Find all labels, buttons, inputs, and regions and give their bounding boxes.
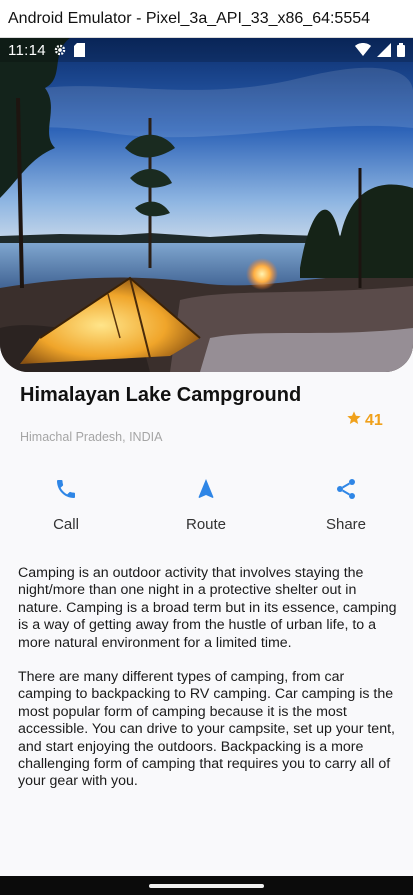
- gear-icon: [53, 43, 67, 57]
- android-status-bar: 11:14: [0, 38, 413, 62]
- battery-icon: [397, 43, 405, 57]
- description-paragraph: There are many different types of campin…: [18, 669, 395, 790]
- sd-card-icon: [73, 43, 85, 57]
- share-button[interactable]: Share: [301, 474, 391, 533]
- share-icon: [334, 474, 358, 504]
- phone-screen: 11:14 Himalayan Lake Campground 41 Himac…: [0, 38, 413, 895]
- place-location: Himachal Pradesh, INDIA: [20, 430, 163, 444]
- phone-icon: [54, 474, 78, 504]
- android-navigation-bar: [0, 876, 413, 895]
- rating-count: 41: [365, 411, 383, 429]
- signal-icon: [377, 43, 391, 57]
- status-time: 11:14: [8, 41, 46, 59]
- description: Camping is an outdoor activity that invo…: [18, 565, 398, 791]
- hero-image: 11:14: [0, 38, 413, 372]
- home-gesture-handle[interactable]: [149, 884, 264, 888]
- star-icon: [346, 410, 362, 431]
- emulator-window-title: Android Emulator - Pixel_3a_API_33_x86_6…: [0, 0, 413, 38]
- share-label: Share: [325, 516, 367, 533]
- navigation-icon: [194, 474, 218, 504]
- rating: 41: [346, 410, 383, 431]
- wifi-icon: [355, 43, 371, 57]
- call-label: Call: [53, 516, 79, 533]
- route-label: Route: [185, 516, 227, 533]
- call-button[interactable]: Call: [21, 474, 111, 533]
- action-row: Call Route Share: [0, 474, 413, 544]
- route-button[interactable]: Route: [161, 474, 251, 533]
- place-title: Himalayan Lake Campground: [20, 384, 302, 406]
- description-paragraph: Camping is an outdoor activity that invo…: [18, 565, 397, 651]
